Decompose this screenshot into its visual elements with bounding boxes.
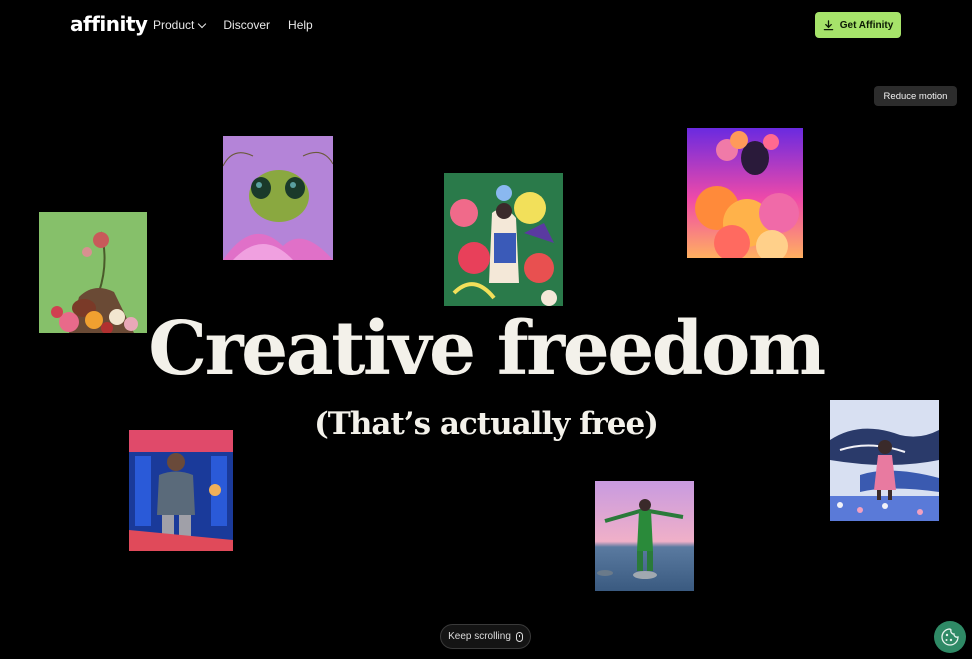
hero-headline: Creative freedom bbox=[148, 306, 826, 392]
cookie-icon bbox=[941, 628, 959, 646]
download-icon bbox=[823, 19, 834, 30]
artwork-man-on-subway bbox=[129, 430, 233, 551]
hero-subheadline: (That’s actually free) bbox=[314, 406, 659, 442]
reduce-motion-button[interactable]: Reduce motion bbox=[874, 86, 957, 106]
nav-help[interactable]: Help bbox=[288, 18, 313, 32]
artwork-grasshopper bbox=[223, 136, 333, 260]
nav-product[interactable]: Product bbox=[153, 18, 207, 32]
get-affinity-button[interactable]: Get Affinity bbox=[815, 12, 901, 38]
main-nav: Product Discover Help bbox=[153, 18, 313, 32]
mouse-icon bbox=[515, 631, 523, 642]
keep-scrolling-label: Keep scrolling bbox=[448, 631, 511, 642]
artwork-dancer-on-water bbox=[595, 481, 694, 591]
artwork-floral-illustration bbox=[444, 173, 563, 306]
nav-help-label: Help bbox=[288, 18, 313, 32]
keep-scrolling-button[interactable]: Keep scrolling bbox=[440, 624, 531, 649]
cookie-settings-button[interactable] bbox=[934, 621, 966, 653]
affinity-logo[interactable]: affinity bbox=[70, 12, 148, 36]
nav-product-label: Product bbox=[153, 18, 195, 32]
chevron-down-icon bbox=[198, 19, 207, 28]
nav-discover[interactable]: Discover bbox=[223, 18, 270, 32]
get-affinity-label: Get Affinity bbox=[839, 19, 894, 31]
nav-discover-label: Discover bbox=[223, 18, 271, 32]
artwork-woman-with-flowers bbox=[687, 128, 803, 258]
site-header: affinity Product Discover Help Get Affin… bbox=[0, 0, 972, 50]
